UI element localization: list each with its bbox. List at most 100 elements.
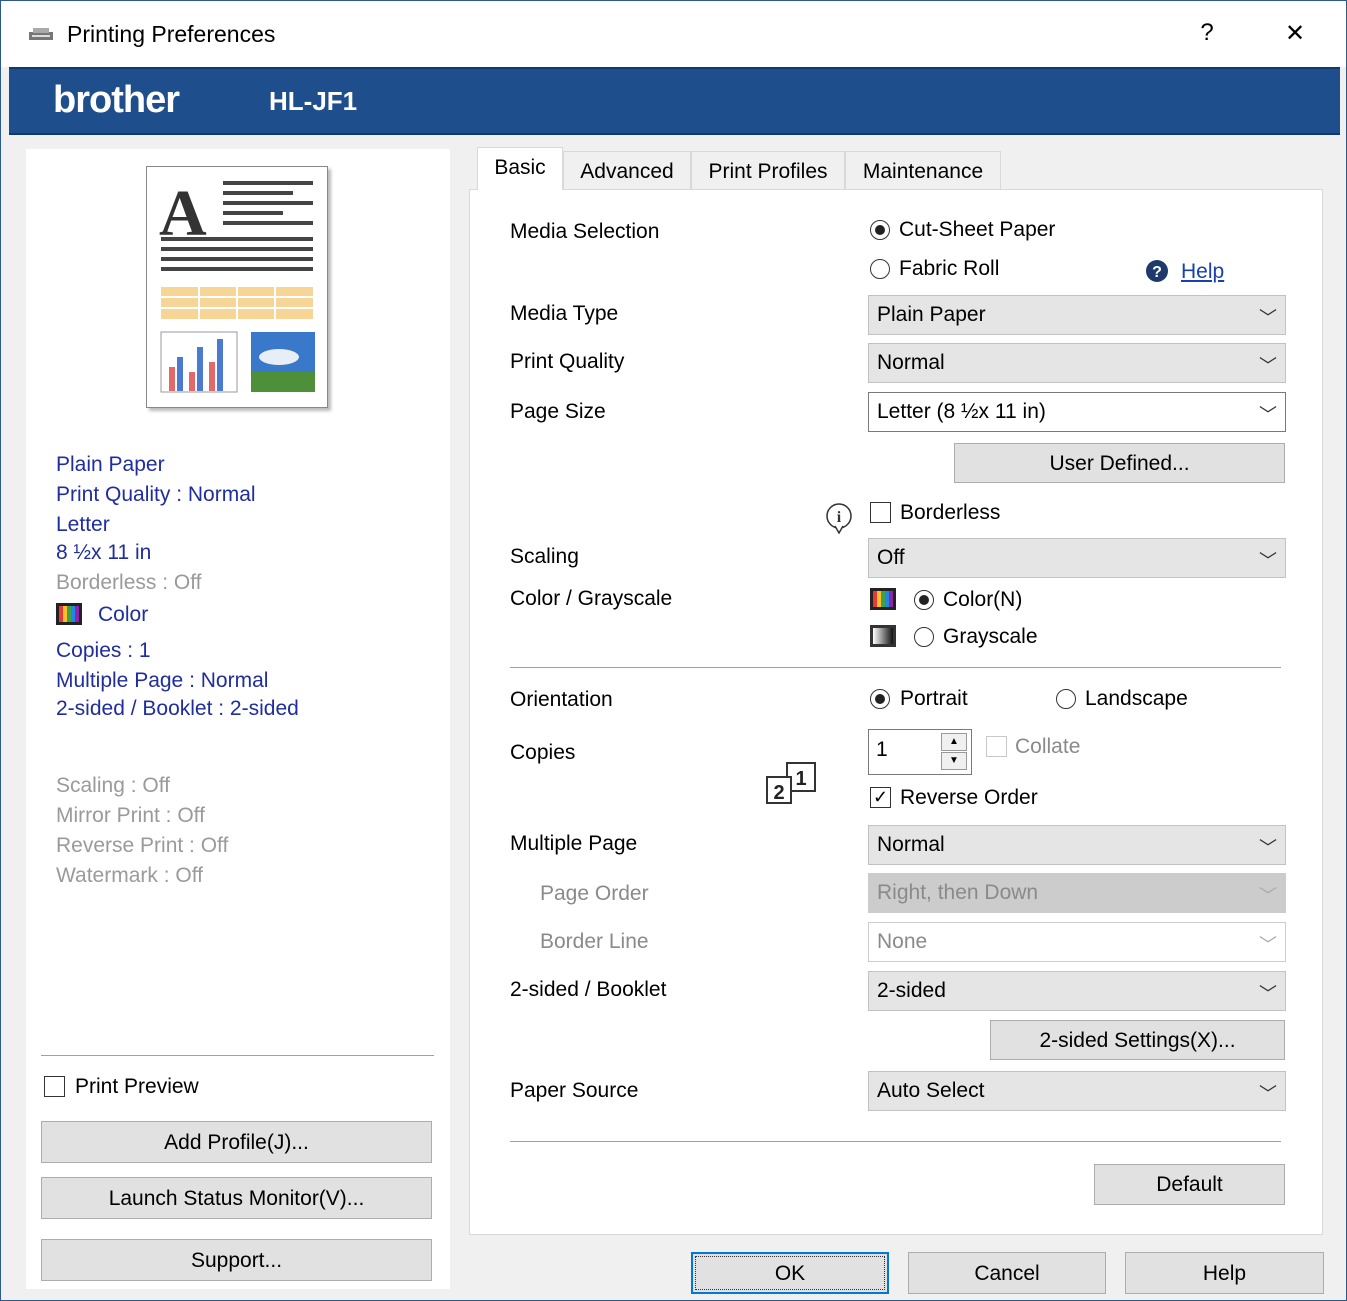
page-order-select[interactable]: Right, then Down ﹀: [868, 873, 1286, 913]
multiple-page-label: Multiple Page: [510, 832, 638, 855]
svg-text:i: i: [837, 509, 842, 526]
paper-source-value: Auto Select: [877, 1079, 985, 1102]
chevron-down-icon: ﹀: [1259, 886, 1277, 906]
print-quality-label: Print Quality: [510, 350, 625, 373]
cut-sheet-radio[interactable]: [870, 220, 890, 240]
help-link[interactable]: Help: [1181, 260, 1224, 284]
default-button[interactable]: Default: [1094, 1164, 1285, 1205]
reverse-order-checkbox[interactable]: ✓: [870, 787, 891, 808]
chevron-down-icon: ﹀: [1259, 838, 1277, 858]
print-preview-label[interactable]: Print Preview: [75, 1075, 199, 1099]
help-title-button[interactable]: ?: [1187, 19, 1227, 47]
border-line-label: Border Line: [540, 930, 649, 953]
print-quality-select[interactable]: Normal ﹀: [868, 343, 1286, 383]
spin-down-icon[interactable]: ▼: [941, 752, 967, 770]
cut-sheet-label[interactable]: Cut-Sheet Paper: [899, 218, 1055, 242]
title-bar: Printing Preferences ? ✕: [1, 1, 1346, 67]
copies-label: Copies: [510, 741, 576, 764]
tab-basic[interactable]: Basic: [477, 147, 563, 190]
page-order-value: Right, then Down: [877, 881, 1039, 904]
scaling-value: Off: [877, 546, 905, 569]
print-quality-value: Normal: [877, 351, 945, 374]
summary-reverse: Reverse Print : Off: [56, 834, 229, 857]
color-radio[interactable]: [914, 590, 934, 610]
media-type-label: Media Type: [510, 302, 619, 325]
borderless-label[interactable]: Borderless: [900, 501, 1000, 525]
border-line-select[interactable]: None ﹀: [868, 922, 1286, 962]
page-size-select[interactable]: Letter (8 ½x 11 in) ﹀: [868, 392, 1286, 432]
summary-borderless: Borderless : Off: [56, 571, 202, 594]
print-preview-checkbox[interactable]: [44, 1076, 65, 1097]
media-selection-label: Media Selection: [510, 220, 660, 243]
two-sided-label: 2-sided / Booklet: [510, 978, 667, 1001]
paper-source-label: Paper Source: [510, 1079, 639, 1102]
support-button[interactable]: Support...: [41, 1239, 432, 1281]
tab-advanced[interactable]: Advanced: [563, 151, 691, 189]
color-swatch-icon: [56, 603, 82, 625]
user-defined-button[interactable]: User Defined...: [954, 443, 1285, 483]
portrait-label[interactable]: Portrait: [900, 687, 968, 711]
multiple-page-select[interactable]: Normal ﹀: [868, 825, 1286, 865]
scaling-select[interactable]: Off ﹀: [868, 538, 1286, 578]
grayscale-option-label[interactable]: Grayscale: [943, 625, 1038, 649]
close-button[interactable]: ✕: [1275, 19, 1315, 48]
landscape-radio[interactable]: [1056, 689, 1076, 709]
copies-stepper[interactable]: 1 ▲ ▼: [868, 729, 972, 775]
media-type-select[interactable]: Plain Paper ﹀: [868, 295, 1286, 335]
collate-icon-back: 2: [773, 782, 784, 804]
color-swatch-icon: [870, 588, 896, 610]
orientation-label: Orientation: [510, 688, 613, 711]
paper-source-select[interactable]: Auto Select ﹀: [868, 1071, 1286, 1111]
scaling-label: Scaling: [510, 545, 579, 568]
page-size-label: Page Size: [510, 400, 606, 423]
media-type-value: Plain Paper: [877, 303, 986, 326]
color-option-label[interactable]: Color(N): [943, 588, 1022, 612]
divider: [41, 1055, 434, 1056]
ok-button[interactable]: OK: [691, 1252, 889, 1294]
fabric-roll-radio[interactable]: [870, 259, 890, 279]
two-sided-settings-button[interactable]: 2-sided Settings(X)...: [990, 1020, 1285, 1060]
printer-model: HL-JF1: [269, 86, 358, 116]
summary-quality: Print Quality : Normal: [56, 483, 256, 506]
chevron-down-icon: ﹀: [1259, 405, 1277, 425]
landscape-label[interactable]: Landscape: [1085, 687, 1188, 711]
launch-status-monitor-button[interactable]: Launch Status Monitor(V)...: [41, 1177, 432, 1219]
reverse-order-label[interactable]: Reverse Order: [900, 786, 1038, 810]
cancel-button[interactable]: Cancel: [908, 1252, 1106, 1294]
grayscale-radio[interactable]: [914, 627, 934, 647]
summary-media: Plain Paper: [56, 453, 165, 476]
collate-icon: 1 2: [766, 762, 816, 804]
tab-maintenance[interactable]: Maintenance: [845, 151, 1001, 189]
divider: [510, 667, 1281, 668]
page-size-value: Letter (8 ½x 11 in): [877, 400, 1046, 423]
page-preview-illustration: A: [159, 177, 315, 393]
summary-size: Letter: [56, 513, 110, 536]
page-order-label: Page Order: [540, 882, 649, 905]
summary-multiple-page: Multiple Page : Normal: [56, 669, 269, 692]
chevron-down-icon: ﹀: [1259, 308, 1277, 328]
printer-icon: [29, 28, 53, 40]
border-line-value: None: [877, 930, 928, 953]
brand-logo: brother: [53, 79, 180, 121]
chevron-down-icon: ﹀: [1259, 1084, 1277, 1104]
window-title: Printing Preferences: [67, 21, 276, 47]
summary-dimensions: 8 ½x 11 in: [56, 541, 152, 564]
collate-label[interactable]: Collate: [1015, 735, 1080, 759]
summary-two-sided: 2-sided / Booklet : 2-sided: [56, 697, 299, 720]
printing-preferences-window: Printing Preferences ? ✕ brother HL-JF1 …: [0, 0, 1347, 1301]
add-profile-button[interactable]: Add Profile(J)...: [41, 1121, 432, 1163]
summary-scaling: Scaling : Off: [56, 774, 171, 797]
copies-value[interactable]: 1: [876, 738, 888, 762]
info-icon: i: [826, 503, 852, 534]
collate-checkbox[interactable]: [986, 736, 1007, 757]
collate-icon-front: 1: [795, 768, 806, 790]
help-circle-icon[interactable]: ?: [1145, 259, 1169, 283]
portrait-radio[interactable]: [870, 689, 890, 709]
borderless-checkbox[interactable]: [870, 502, 891, 523]
spin-up-icon[interactable]: ▲: [941, 733, 967, 751]
tab-print-profiles[interactable]: Print Profiles: [691, 151, 845, 189]
fabric-roll-label[interactable]: Fabric Roll: [899, 257, 999, 281]
two-sided-select[interactable]: 2-sided ﹀: [868, 971, 1286, 1011]
help-button[interactable]: Help: [1125, 1252, 1324, 1294]
page-preview: A: [146, 166, 328, 408]
